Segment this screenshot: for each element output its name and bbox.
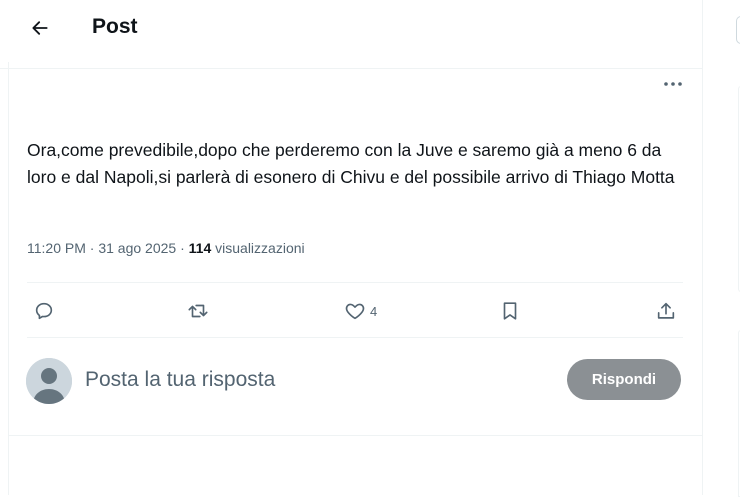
back-button[interactable]	[24, 12, 56, 44]
post-time[interactable]: 11:20 PM	[27, 240, 86, 256]
reply-box-divider	[8, 435, 702, 436]
header-divider	[0, 68, 702, 69]
avatar[interactable]	[26, 358, 72, 404]
right-column-border	[702, 0, 703, 495]
bookmark-icon	[503, 302, 517, 320]
reply-input[interactable]	[85, 364, 525, 396]
meta-separator: ·	[180, 240, 189, 256]
default-avatar-icon	[26, 358, 72, 404]
sidebar-search-edge	[736, 16, 740, 44]
left-column-border	[8, 0, 9, 495]
views-label: visualizzazioni	[215, 240, 305, 256]
more-options-button[interactable]	[659, 72, 687, 96]
repost-icon	[188, 304, 208, 318]
share-button[interactable]	[655, 298, 677, 324]
post-header: Post	[0, 0, 702, 62]
reply-icon	[35, 302, 53, 320]
bookmark-button[interactable]	[499, 298, 521, 324]
like-count: 4	[370, 303, 378, 319]
reply-button[interactable]	[33, 298, 55, 324]
heart-icon	[345, 303, 365, 320]
post-text: Ora,come prevedibile,dopo che perderemo …	[27, 140, 675, 187]
reply-submit-button[interactable]: Rispondi	[567, 359, 681, 400]
more-horizontal-icon	[664, 82, 682, 86]
action-bar-top-divider	[27, 282, 683, 283]
post-date[interactable]: 31 ago 2025	[98, 240, 176, 256]
arrow-left-icon	[32, 21, 48, 35]
post-meta: 11:20 PM · 31 ago 2025 · 114 visualizzaz…	[27, 240, 305, 256]
page-title: Post	[92, 15, 138, 38]
share-icon	[657, 302, 675, 319]
action-bar-bottom-divider	[27, 337, 683, 338]
repost-button[interactable]	[187, 298, 209, 324]
like-button[interactable]: 4	[344, 298, 377, 324]
views-count: 114	[188, 240, 212, 256]
